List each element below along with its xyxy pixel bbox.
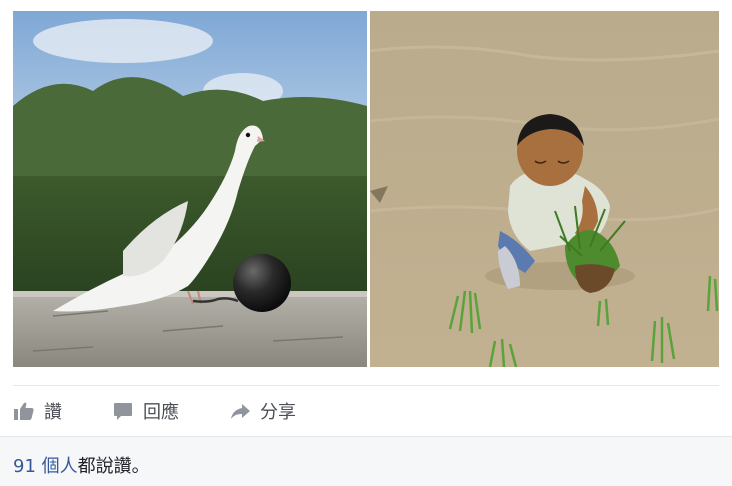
likes-summary: 91 個人都說讚。: [13, 452, 150, 478]
photo-boy-planting-rice[interactable]: [370, 11, 719, 367]
likes-suffix: 都說讚。: [77, 456, 150, 477]
share-button[interactable]: 分享: [229, 398, 296, 424]
share-arrow-icon: [229, 400, 251, 422]
comment-bubble-icon: [112, 400, 134, 422]
divider: [13, 385, 719, 386]
share-label: 分享: [260, 402, 296, 423]
like-label: 讚: [44, 402, 62, 423]
like-button[interactable]: 讚: [13, 398, 62, 424]
thumbs-up-icon: [13, 400, 35, 422]
photo-dove-with-ball-and-chain[interactable]: [13, 11, 367, 367]
likes-summary-bar: 91 個人都說讚。: [0, 436, 732, 486]
photo-grid: [13, 11, 719, 367]
post-actions: 讚 回應 分享: [13, 396, 296, 426]
comment-button[interactable]: 回應: [112, 398, 179, 424]
likes-count-link[interactable]: 91 個人: [13, 456, 78, 477]
comment-label: 回應: [143, 402, 179, 423]
